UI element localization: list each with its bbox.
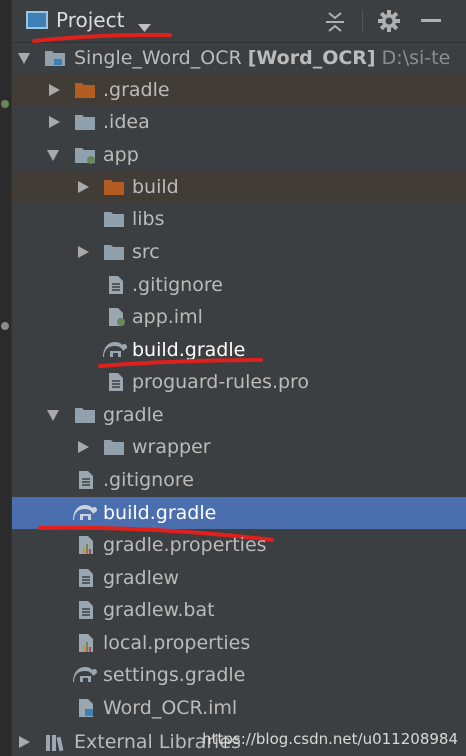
tree-row-gradle-cache[interactable]: .gradle [12, 74, 466, 106]
strip-indicator-icon [1, 322, 9, 330]
minimize-icon[interactable] [421, 19, 441, 22]
tree-item-label: app [103, 144, 139, 166]
tree-row-gradlew[interactable]: gradlew [12, 562, 466, 594]
tree-item-label: .gitignore [103, 469, 194, 491]
tree-row-root[interactable]: Single_Word_OCR [Word_OCR] D:\si-te [12, 42, 466, 74]
root-path: D:\si-te [381, 47, 451, 69]
tree-row-word-ocr-iml[interactable]: Word_OCR.iml [12, 692, 466, 724]
tree-row-gradle[interactable]: gradle [12, 399, 466, 431]
text-file-icon [109, 373, 123, 391]
folder-icon [75, 115, 95, 130]
tree-row-libs[interactable]: libs [12, 203, 466, 235]
expand-arrow-icon[interactable] [18, 53, 30, 64]
expand-arrow-icon[interactable] [78, 181, 89, 193]
tree-item-label: wrapper [132, 436, 211, 458]
tree-item-label: gradle.properties [103, 534, 267, 556]
left-tool-window-strip[interactable] [0, 0, 12, 756]
module-folder-icon [45, 51, 65, 66]
module-folder-icon [75, 148, 95, 164]
library-icon [46, 735, 64, 752]
tree-item-label: build.gradle [132, 339, 246, 361]
folder-icon [104, 245, 124, 260]
gradle-icon [73, 667, 97, 682]
tree-item-label: build.gradle [103, 502, 217, 524]
module-file-icon [109, 308, 125, 326]
tree-row-gradle-properties[interactable]: gradle.properties [12, 529, 466, 561]
gradle-icon [73, 505, 97, 520]
expand-arrow-icon[interactable] [47, 410, 59, 421]
tree-row-app-build-gradle[interactable]: build.gradle [12, 334, 466, 366]
expand-arrow-icon[interactable] [47, 150, 59, 161]
tree-item-label: proguard-rules.pro [132, 371, 310, 393]
toolbar-divider [362, 10, 363, 32]
strip-indicator-icon [1, 100, 9, 108]
tree-item-label: .gradle [103, 79, 170, 101]
tree-row-app-iml[interactable]: app.iml [12, 301, 466, 333]
text-file-icon [79, 601, 93, 619]
root-project-name: Single_Word_OCR [74, 47, 242, 69]
tree-item-label: src [132, 241, 160, 263]
watermark-text: https://blog.csdn.net/u011208984 [202, 730, 458, 748]
text-file-icon [79, 471, 93, 489]
text-file-icon [79, 569, 93, 587]
folder-excluded-icon [75, 83, 95, 98]
gradle-icon [103, 342, 127, 357]
project-view-icon [26, 11, 48, 29]
tree-row-settings-gradle[interactable]: settings.gradle [12, 659, 466, 691]
folder-icon [104, 440, 124, 455]
tree-row-idea[interactable]: .idea [12, 106, 466, 138]
tree-row-app-build[interactable]: build [12, 171, 466, 203]
gear-icon[interactable] [378, 10, 400, 37]
expand-arrow-icon[interactable] [49, 116, 60, 128]
tree-item-label: Word_OCR.iml [103, 697, 238, 719]
expand-arrow-icon[interactable] [49, 84, 60, 96]
expand-arrow-icon[interactable] [78, 441, 89, 453]
collapse-all-icon[interactable] [325, 11, 345, 38]
tree-item-label: gradlew [103, 567, 180, 589]
tree-row-app[interactable]: app [12, 139, 466, 171]
view-selector-dropdown-icon[interactable] [138, 17, 151, 38]
tree-item-label: .idea [103, 111, 150, 133]
folder-excluded-icon [104, 180, 124, 195]
tree-row-src[interactable]: src [12, 236, 466, 268]
tree-row-wrapper[interactable]: wrapper [12, 431, 466, 463]
tree-item-label: local.properties [103, 632, 251, 654]
tree-item-label: build [132, 176, 179, 198]
folder-icon [75, 408, 95, 423]
text-file-icon [109, 276, 123, 294]
tree-item-label: gradle [103, 404, 164, 426]
module-file-icon [79, 699, 93, 717]
expand-arrow-icon[interactable] [19, 736, 30, 748]
view-selector-label[interactable]: Project [56, 8, 124, 32]
tree-row-proguard[interactable]: proguard-rules.pro [12, 366, 466, 398]
tree-row-gitignore[interactable]: .gitignore [12, 464, 466, 496]
properties-file-icon [79, 634, 93, 652]
tree-item-label: .gitignore [132, 274, 223, 296]
tree-row-local-properties[interactable]: local.properties [12, 627, 466, 659]
tree-item-label: libs [132, 208, 165, 230]
tree-item-label: app.iml [132, 306, 203, 328]
expand-arrow-icon[interactable] [78, 246, 89, 258]
tree-row-gradlew-bat[interactable]: gradlew.bat [12, 594, 466, 626]
tree-row-app-gitignore[interactable]: .gitignore [12, 269, 466, 301]
tree-item-label: gradlew.bat [103, 599, 215, 621]
folder-icon [104, 212, 124, 227]
properties-file-icon [79, 536, 93, 554]
tree-row-build-gradle-selected[interactable]: build.gradle [12, 497, 466, 529]
project-toolbar: Project [12, 0, 466, 43]
root-module-name: [Word_OCR] [247, 47, 376, 69]
tree-item-label: settings.gradle [103, 664, 246, 686]
